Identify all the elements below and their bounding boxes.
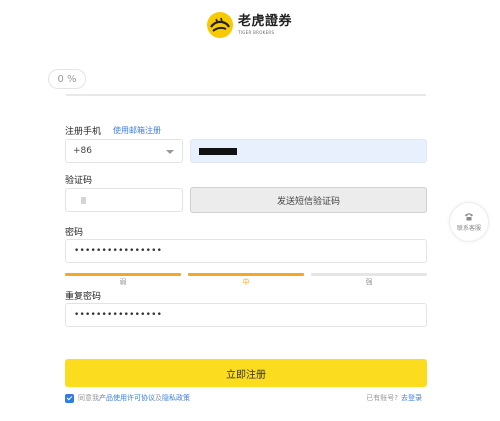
progress-badge: 0 %	[48, 69, 86, 89]
country-code-select[interactable]: +86	[65, 139, 183, 163]
login-prompt: 已有账号?	[366, 394, 398, 402]
login-row: 已有账号? 去登录	[366, 393, 422, 403]
progress-track	[66, 94, 426, 96]
strength-label-medium: 中	[242, 278, 250, 286]
phone-input[interactable]	[190, 139, 427, 163]
code-label: 验证码	[65, 176, 93, 186]
country-code-value: +86	[73, 146, 92, 156]
phone-icon	[465, 213, 473, 221]
agreement-prefix: 同意我	[78, 394, 99, 402]
strength-bar-strong	[311, 273, 427, 276]
confirm-password-label: 重复密码	[65, 292, 102, 302]
contact-service-label: 联系客服	[456, 225, 481, 232]
strength-bar-medium	[188, 273, 304, 276]
chevron-down-icon	[166, 150, 174, 154]
strength-label-strong: 强	[365, 278, 373, 286]
login-link[interactable]: 去登录	[401, 394, 422, 402]
brand-logo: 老虎證券 TIGER BROKERS	[207, 11, 292, 39]
terms-link[interactable]: 产品使用许可协议	[99, 393, 155, 403]
phone-label: 注册手机	[65, 127, 102, 137]
strength-label-weak: 弱	[119, 278, 127, 286]
agree-checkbox[interactable]	[65, 393, 74, 403]
verification-code-input[interactable]	[65, 188, 183, 212]
password-input[interactable]: ••••••••••••••••	[65, 239, 427, 263]
email-register-link[interactable]: 使用邮箱注册	[113, 125, 161, 136]
code-input-caret	[81, 197, 86, 204]
send-sms-button[interactable]: 发送短信验证码	[190, 187, 427, 213]
tiger-logo-icon	[207, 12, 233, 38]
agreement-and: 及	[155, 394, 162, 402]
phone-redacted-mask	[199, 148, 237, 155]
register-button[interactable]: 立即注册	[65, 359, 427, 387]
brand-name-cn: 老虎證券	[238, 14, 293, 29]
password-label: 密码	[65, 228, 84, 238]
brand-name-en: TIGER BROKERS	[238, 30, 275, 35]
confirm-password-input[interactable]: ••••••••••••••••	[65, 303, 427, 327]
contact-service-button[interactable]: 联系客服	[449, 202, 489, 242]
privacy-link[interactable]: 隐私政策	[162, 393, 190, 403]
agreement-row: 同意我 产品使用许可协议 及 隐私政策	[65, 393, 190, 403]
strength-bar-weak	[65, 273, 181, 276]
